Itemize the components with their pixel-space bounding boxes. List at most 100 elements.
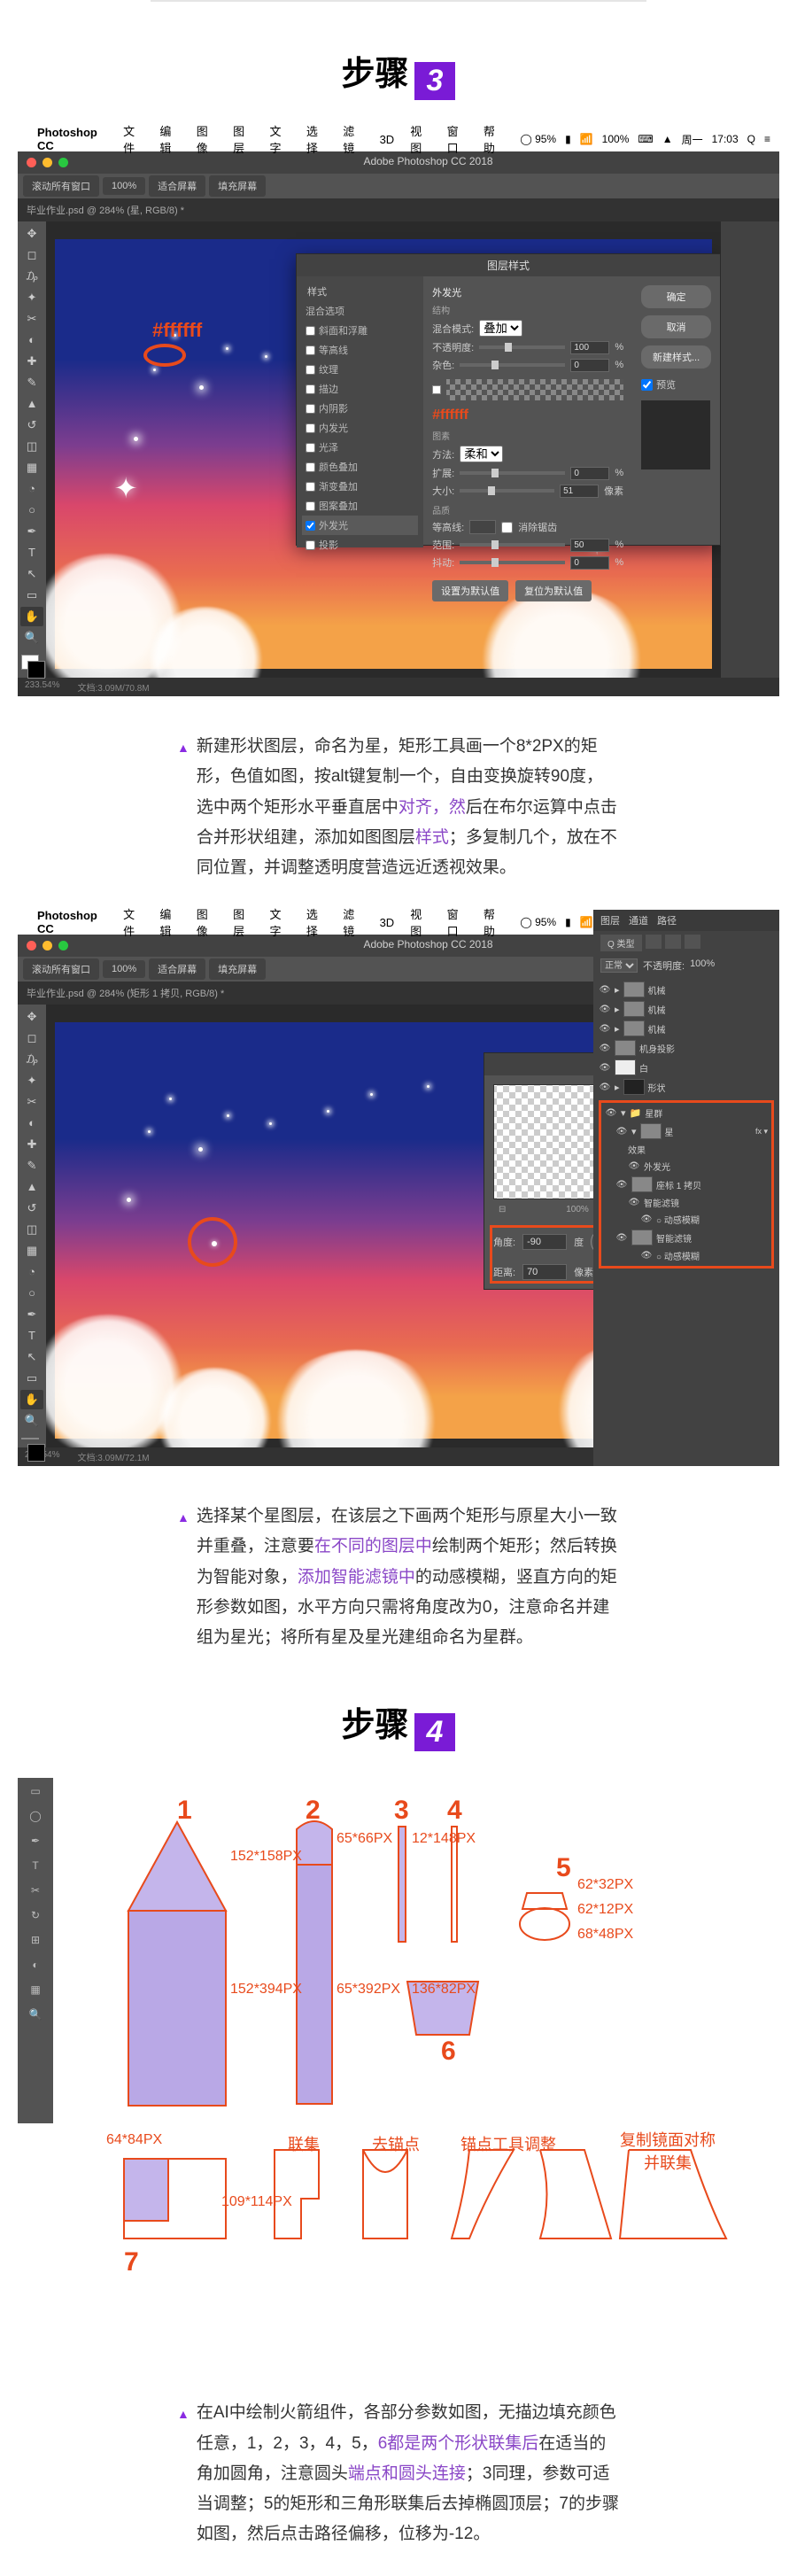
menu-type[interactable]: 文字 bbox=[270, 122, 290, 156]
ai-tool[interactable]: ✂ bbox=[20, 1879, 50, 1902]
fx-bevel[interactable]: 斜面和浮雕 bbox=[302, 321, 418, 340]
wand-tool[interactable]: ✦ bbox=[20, 288, 43, 307]
fx-pattern-overlay[interactable]: 图案叠加 bbox=[302, 496, 418, 516]
ai-tool[interactable]: 🔍 bbox=[20, 2003, 50, 2026]
menu-select[interactable]: 选择 bbox=[306, 122, 327, 156]
close-button[interactable] bbox=[27, 158, 36, 167]
contour-picker[interactable] bbox=[469, 520, 496, 534]
fx-satin[interactable]: 光泽 bbox=[302, 438, 418, 457]
menu-help[interactable]: 帮助 bbox=[484, 905, 504, 939]
menu-filter[interactable]: 滤镜 bbox=[343, 122, 363, 156]
fx-texture[interactable]: 纹理 bbox=[302, 360, 418, 379]
shape-tool[interactable]: ▭ bbox=[20, 586, 43, 605]
gradient-tool[interactable]: ▦ bbox=[20, 1241, 43, 1261]
stamp-tool[interactable]: ▲ bbox=[20, 394, 43, 414]
opacity-input[interactable] bbox=[570, 341, 609, 354]
document-tab[interactable]: 毕业作业.psd @ 284% (星, RGB/8) * bbox=[18, 198, 779, 221]
menu-edit[interactable]: 编辑 bbox=[159, 122, 180, 156]
dodge-tool[interactable]: ○ bbox=[20, 500, 43, 520]
zoom-tool[interactable]: 🔍 bbox=[20, 1411, 43, 1431]
pen-tool[interactable]: ✒ bbox=[20, 522, 43, 541]
fx-stroke[interactable]: 描边 bbox=[302, 379, 418, 399]
jitter-slider[interactable] bbox=[460, 561, 565, 564]
opacity-slider[interactable] bbox=[479, 345, 565, 349]
menu-image[interactable]: 图像 bbox=[197, 905, 217, 939]
anti-alias-check[interactable] bbox=[501, 522, 513, 533]
blur-tool[interactable]: ◔ bbox=[20, 1262, 43, 1282]
crop-tool[interactable]: ✂ bbox=[20, 309, 43, 329]
menu-edit[interactable]: 编辑 bbox=[159, 905, 180, 939]
filter-icon[interactable] bbox=[646, 935, 662, 949]
zoom-tool[interactable]: 🔍 bbox=[20, 628, 43, 648]
move-tool[interactable]: ✥ bbox=[20, 1007, 43, 1027]
opt-scroll[interactable]: 滚动所有窗口 bbox=[23, 175, 99, 197]
hand-tool[interactable]: ✋ bbox=[20, 607, 43, 626]
opt-100[interactable]: 100% bbox=[103, 177, 145, 195]
gradient-tool[interactable]: ▦ bbox=[20, 458, 43, 477]
opt-100[interactable]: 100% bbox=[103, 960, 145, 978]
color-swatch[interactable] bbox=[21, 655, 39, 670]
menu-type[interactable]: 文字 bbox=[270, 905, 290, 939]
menu-image[interactable]: 图像 bbox=[197, 122, 217, 156]
spread-input[interactable] bbox=[570, 467, 609, 480]
eyedropper-tool[interactable]: ◐ bbox=[20, 330, 43, 350]
lasso-tool[interactable]: ₯ bbox=[20, 267, 43, 286]
fx-contour[interactable]: 等高线 bbox=[302, 340, 418, 360]
menu-icon[interactable]: ≡ bbox=[764, 133, 770, 145]
fx-drop-shadow[interactable]: 投影 bbox=[302, 535, 418, 555]
paths-tab[interactable]: 路径 bbox=[657, 913, 677, 927]
menu-3d[interactable]: 3D bbox=[380, 916, 395, 929]
ai-tool[interactable]: ⊞ bbox=[20, 1928, 50, 1951]
blend-mode-select[interactable]: 叠加 bbox=[479, 320, 522, 337]
path-tool[interactable]: ↖ bbox=[20, 1347, 43, 1367]
shape-tool[interactable]: ▭ bbox=[20, 1369, 43, 1388]
channels-tab[interactable]: 通道 bbox=[629, 913, 648, 927]
reset-default-button[interactable]: 复位为默认值 bbox=[515, 580, 592, 601]
menu-select[interactable]: 选择 bbox=[306, 905, 327, 939]
heal-tool[interactable]: ✚ bbox=[20, 1135, 43, 1154]
color-swatch-white[interactable] bbox=[432, 385, 441, 394]
opt-fill[interactable]: 填充屏幕 bbox=[209, 175, 266, 197]
menu-view[interactable]: 视图 bbox=[410, 905, 430, 939]
blur-tool[interactable]: ◔ bbox=[20, 479, 43, 499]
history-brush[interactable]: ↺ bbox=[20, 1199, 43, 1218]
ai-tool[interactable]: ▦ bbox=[20, 1978, 50, 2001]
menu-file[interactable]: 文件 bbox=[123, 122, 143, 156]
fx-outer-glow[interactable]: 外发光 bbox=[302, 516, 418, 535]
close-button[interactable] bbox=[27, 941, 36, 950]
type-tool[interactable]: T bbox=[20, 1326, 43, 1346]
path-tool[interactable]: ↖ bbox=[20, 564, 43, 584]
maximize-button[interactable] bbox=[58, 158, 68, 167]
eraser-tool[interactable]: ◫ bbox=[20, 1220, 43, 1239]
opt-scroll[interactable]: 滚动所有窗口 bbox=[23, 958, 99, 980]
fx-color-overlay[interactable]: 颜色叠加 bbox=[302, 457, 418, 477]
fx-blend-options[interactable]: 混合选项 bbox=[302, 301, 418, 321]
type-tool[interactable]: T bbox=[20, 543, 43, 563]
preview-check[interactable] bbox=[641, 379, 653, 391]
hand-tool[interactable]: ✋ bbox=[20, 1390, 43, 1409]
ai-tool[interactable]: ✒ bbox=[20, 1829, 50, 1852]
menu-window[interactable]: 窗口 bbox=[447, 905, 468, 939]
move-tool[interactable]: ✥ bbox=[20, 224, 43, 244]
ai-tool[interactable]: ▭ bbox=[20, 1780, 50, 1803]
collapsed-panels[interactable] bbox=[721, 221, 779, 678]
menu-help[interactable]: 帮助 bbox=[484, 122, 504, 156]
ok-button[interactable]: 确定 bbox=[641, 285, 711, 308]
ai-tool[interactable]: ◯ bbox=[20, 1804, 50, 1827]
opt-fill[interactable]: 填充屏幕 bbox=[209, 958, 266, 980]
search-icon[interactable]: Q bbox=[747, 133, 755, 145]
brush-tool[interactable]: ✎ bbox=[20, 373, 43, 392]
set-default-button[interactable]: 设置为默认值 bbox=[432, 580, 508, 601]
minimize-button[interactable] bbox=[43, 941, 52, 950]
ime[interactable]: ⌨︎ bbox=[638, 133, 653, 145]
opt-fit[interactable]: 适合屏幕 bbox=[149, 958, 205, 980]
eyedropper-tool[interactable]: ◐ bbox=[20, 1113, 43, 1133]
blend-mode[interactable]: 正常 bbox=[600, 958, 638, 973]
new-style-button[interactable]: 新建样式... bbox=[641, 345, 711, 369]
minimize-button[interactable] bbox=[43, 158, 52, 167]
spread-slider[interactable] bbox=[460, 471, 565, 475]
stamp-tool[interactable]: ▲ bbox=[20, 1177, 43, 1197]
size-input[interactable] bbox=[560, 485, 599, 498]
menu-layer[interactable]: 图层 bbox=[233, 122, 253, 156]
filter-icon[interactable] bbox=[665, 935, 681, 949]
